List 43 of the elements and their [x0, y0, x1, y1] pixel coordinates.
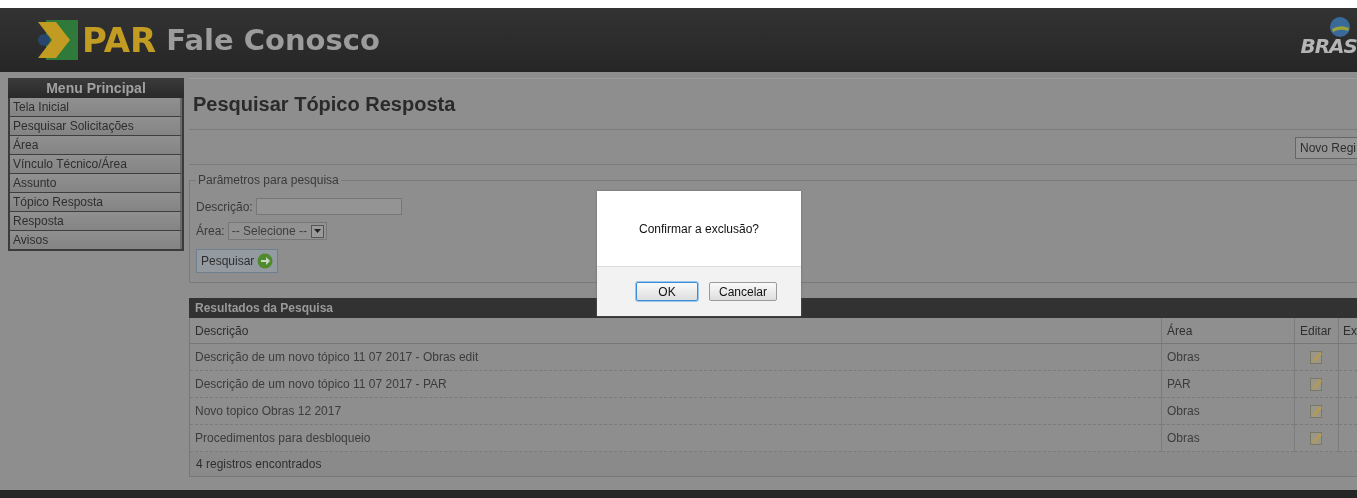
- table-cell: PAR: [1161, 370, 1295, 398]
- menu-item[interactable]: Assunto: [10, 174, 182, 193]
- results-count: 4 registros encontrados: [189, 452, 1357, 477]
- page-title: Pesquisar Tópico Resposta: [193, 92, 456, 116]
- column-header: Editar: [1294, 318, 1339, 344]
- menu-item[interactable]: Área: [10, 136, 182, 155]
- app-title: Fale Conosco: [166, 23, 380, 57]
- menu-item[interactable]: Tela Inicial: [10, 98, 182, 117]
- new-record-button[interactable]: Novo Regi: [1294, 137, 1357, 159]
- area-dropdown[interactable]: -- Selecione --: [227, 222, 328, 240]
- menu-item[interactable]: Tópico Resposta: [10, 193, 182, 212]
- table-cell: Descrição de um novo tópico 11 07 2017 - PAR: [189, 370, 1162, 398]
- menu-item[interactable]: Pesquisar Solicitações: [10, 117, 182, 136]
- pencil-icon[interactable]: [1310, 350, 1323, 364]
- globe-icon: [1329, 16, 1351, 38]
- pencil-icon[interactable]: [1310, 404, 1323, 418]
- menu-item[interactable]: Resposta: [10, 212, 182, 231]
- menu-title: Menu Principal: [8, 78, 184, 98]
- flag-arrow-icon: [36, 20, 78, 60]
- caret-icon: [314, 229, 322, 233]
- table-cell: Obras: [1161, 424, 1295, 452]
- field-label: Descrição:: [196, 199, 253, 214]
- dialog-button[interactable]: OK: [635, 282, 698, 301]
- logo-text: PAR: [82, 20, 157, 60]
- pencil-icon[interactable]: [1310, 377, 1323, 391]
- table-cell: Descrição de um novo tópico 11 07 2017 - Obras edit: [189, 343, 1162, 371]
- brand-logo-text: BRAS: [1300, 34, 1357, 58]
- dialog-button[interactable]: Cancelar: [708, 282, 777, 301]
- description-field[interactable]: [255, 198, 402, 215]
- column-header: Área: [1161, 318, 1295, 344]
- pencil-icon[interactable]: [1310, 431, 1323, 445]
- table-cell: Novo topico Obras 12 2017: [189, 397, 1162, 425]
- menu-item[interactable]: Vínculo Técnico/Área: [10, 155, 182, 174]
- table-cell: Obras: [1161, 397, 1295, 425]
- menu-item[interactable]: Avisos: [10, 231, 182, 249]
- table-cell: Obras: [1161, 343, 1295, 371]
- dialog-message: Confirmar a exclusão?: [637, 220, 761, 238]
- table-cell: Procedimentos para desbloqueio: [189, 424, 1162, 452]
- column-header: Descrição: [189, 318, 1162, 344]
- panel-legend: Parâmetros para pesquisa: [196, 173, 341, 187]
- column-header: Ex: [1338, 318, 1357, 344]
- field-label: Área:: [196, 224, 225, 238]
- search-button[interactable]: Pesquisar: [196, 249, 279, 273]
